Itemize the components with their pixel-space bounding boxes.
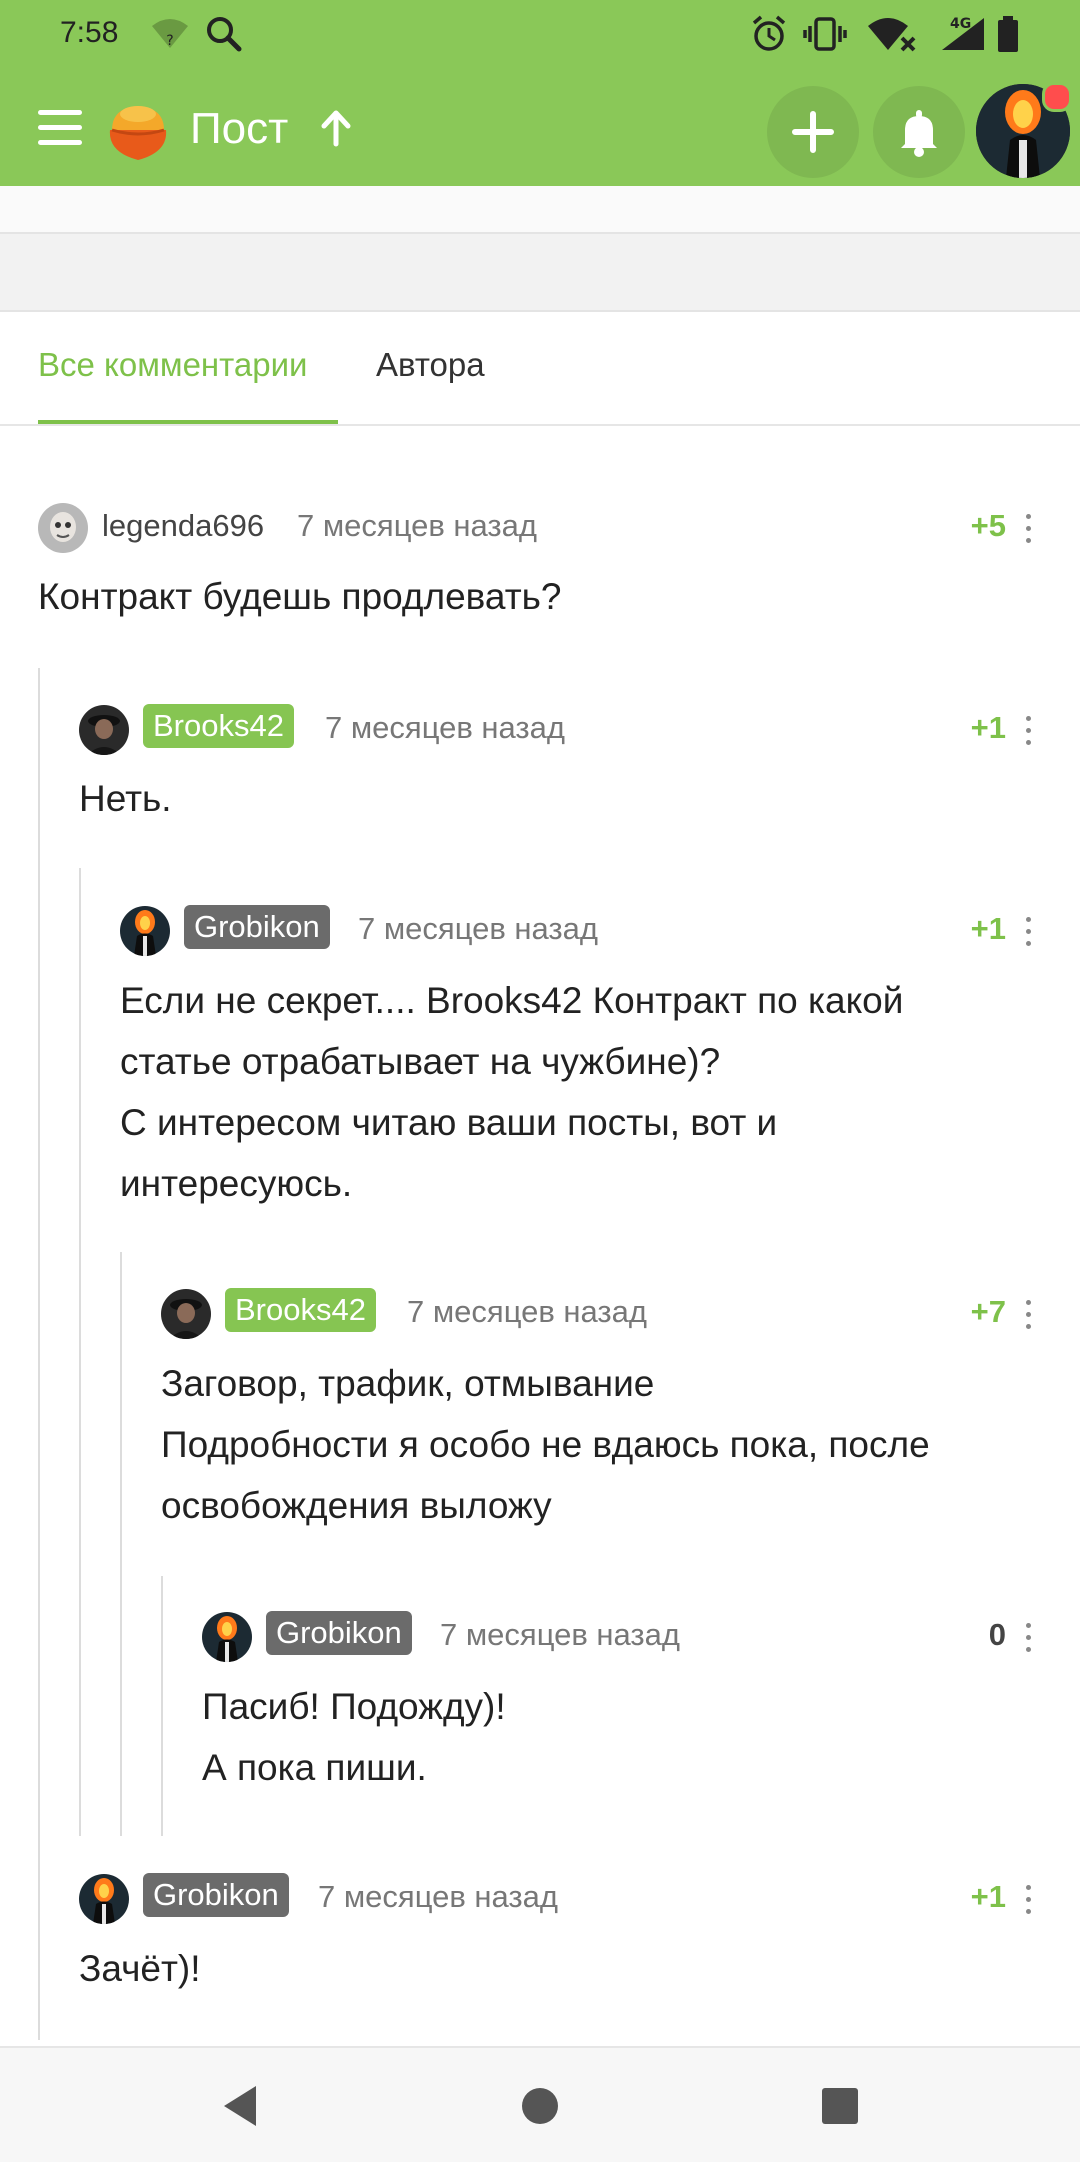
- comment-line: Пасиб! Подожду)!: [202, 1686, 506, 1727]
- avatar[interactable]: [38, 503, 88, 553]
- page-title: Пост: [190, 104, 289, 153]
- comment-time: 7 месяцев назад: [358, 911, 598, 946]
- more-icon[interactable]: [1022, 1298, 1034, 1332]
- comment-author[interactable]: Grobikon: [184, 905, 330, 949]
- comment-line: интересуюсь.: [120, 1163, 353, 1204]
- wifi-unknown-icon: ?: [152, 19, 188, 49]
- comment-line: Заговор, трафик, отмывание: [161, 1363, 655, 1404]
- comment-author[interactable]: legenda696: [102, 508, 264, 544]
- comment-line: Зачёт)!: [79, 1948, 201, 1989]
- battery-icon: [998, 16, 1018, 52]
- status-bar: 7:58 ? 4G: [0, 0, 1080, 70]
- comment-time: 7 месяцев назад: [440, 1617, 680, 1652]
- thread-line: [161, 1576, 163, 1836]
- comment-text: Зачёт)!: [79, 1938, 201, 1999]
- comment-line: Подробности я особо не вдаюсь пока, посл…: [161, 1424, 930, 1465]
- comment-text: Если не секрет.... Brooks42 Контракт по …: [120, 970, 903, 1214]
- add-post-button[interactable]: [767, 86, 859, 178]
- post-footer-strip: [0, 186, 1080, 234]
- plus-icon: [792, 111, 834, 153]
- avatar[interactable]: [120, 906, 170, 956]
- app-bar: Пост: [0, 82, 1080, 186]
- comment-author[interactable]: Brooks42: [143, 704, 294, 748]
- system-nav-bar: [0, 2046, 1080, 2162]
- status-time: 7:58: [60, 16, 119, 49]
- comment-time: 7 месяцев назад: [297, 508, 537, 543]
- comment-rating: +7: [970, 1294, 1006, 1329]
- arrow-up-icon[interactable]: [318, 108, 354, 148]
- tab-all-comments[interactable]: Все комментарии: [38, 346, 307, 384]
- signal-4g-icon: 4G: [942, 16, 984, 50]
- comment-line: А пока пиши.: [202, 1747, 427, 1788]
- thread-line: [79, 868, 81, 1836]
- menu-icon[interactable]: [38, 108, 82, 148]
- comment-rating: 0: [988, 1617, 1006, 1652]
- comment-time: 7 месяцев назад: [407, 1294, 647, 1329]
- comment-line: С интересом читаю ваши посты, вот и: [120, 1102, 778, 1143]
- comment-rating: +1: [970, 1879, 1006, 1914]
- svg-text:4G: 4G: [950, 16, 971, 32]
- thread-line: [120, 1252, 122, 1836]
- comment-time: 7 месяцев назад: [325, 710, 565, 745]
- section-divider: [0, 234, 1080, 312]
- avatar[interactable]: [161, 1289, 211, 1339]
- back-icon[interactable]: [212, 2078, 268, 2134]
- comment-line: Если не секрет.... Brooks42 Контракт по …: [120, 980, 904, 1021]
- comment-author[interactable]: Grobikon: [143, 1873, 289, 1917]
- more-icon[interactable]: [1022, 1883, 1034, 1917]
- pikabu-logo[interactable]: [102, 92, 174, 164]
- search-icon: [207, 17, 242, 52]
- comment-time: 7 месяцев назад: [318, 1879, 558, 1914]
- comment-text: Контракт будешь продлевать?: [38, 566, 562, 627]
- tab-author[interactable]: Автора: [376, 346, 485, 384]
- comment-author[interactable]: Grobikon: [266, 1611, 412, 1655]
- avatar[interactable]: [202, 1612, 252, 1662]
- comment-line: освобождения выложу: [161, 1485, 552, 1526]
- avatar-image: [38, 503, 88, 553]
- notifications-button[interactable]: [873, 86, 965, 178]
- home-icon[interactable]: [512, 2078, 568, 2134]
- comment-text: Пасиб! Подожду)! А пока пиши.: [202, 1676, 506, 1798]
- avatar-image: [161, 1289, 211, 1339]
- recents-icon[interactable]: [812, 2078, 868, 2134]
- comment-text: Неть.: [79, 768, 172, 829]
- vibrate-icon: [803, 17, 847, 51]
- notification-dot: [1042, 82, 1072, 112]
- comment-rating: +1: [970, 710, 1006, 745]
- svg-text:?: ?: [166, 33, 173, 49]
- comment-rating: +1: [970, 911, 1006, 946]
- bell-icon: [901, 110, 937, 157]
- avatar[interactable]: [79, 1874, 129, 1924]
- more-icon[interactable]: [1022, 714, 1034, 748]
- more-icon[interactable]: [1022, 1621, 1034, 1655]
- avatar-image: [120, 906, 170, 956]
- avatar-image: [79, 1874, 129, 1924]
- comment-author[interactable]: Brooks42: [225, 1288, 376, 1332]
- comment-text: Заговор, трафик, отмывание Подробности я…: [161, 1353, 930, 1536]
- comment-line: Неть.: [79, 778, 172, 819]
- comment-line: статье отрабатывает на чужбине)?: [120, 1041, 721, 1082]
- thread-line: [38, 668, 40, 2040]
- avatar-image: [79, 705, 129, 755]
- active-tab-indicator: [38, 420, 338, 424]
- comment-rating: +5: [970, 508, 1006, 543]
- comment-line: Контракт будешь продлевать?: [38, 576, 562, 617]
- top-bar: 7:58 ? 4G Пост: [0, 0, 1080, 186]
- avatar[interactable]: [79, 705, 129, 755]
- avatar-image: [202, 1612, 252, 1662]
- alarm-icon: [752, 15, 786, 51]
- more-icon[interactable]: [1022, 512, 1034, 546]
- comments-tabs: Все комментарии Автора: [0, 312, 1080, 426]
- more-icon[interactable]: [1022, 915, 1034, 949]
- wifi-x-icon: [868, 18, 916, 52]
